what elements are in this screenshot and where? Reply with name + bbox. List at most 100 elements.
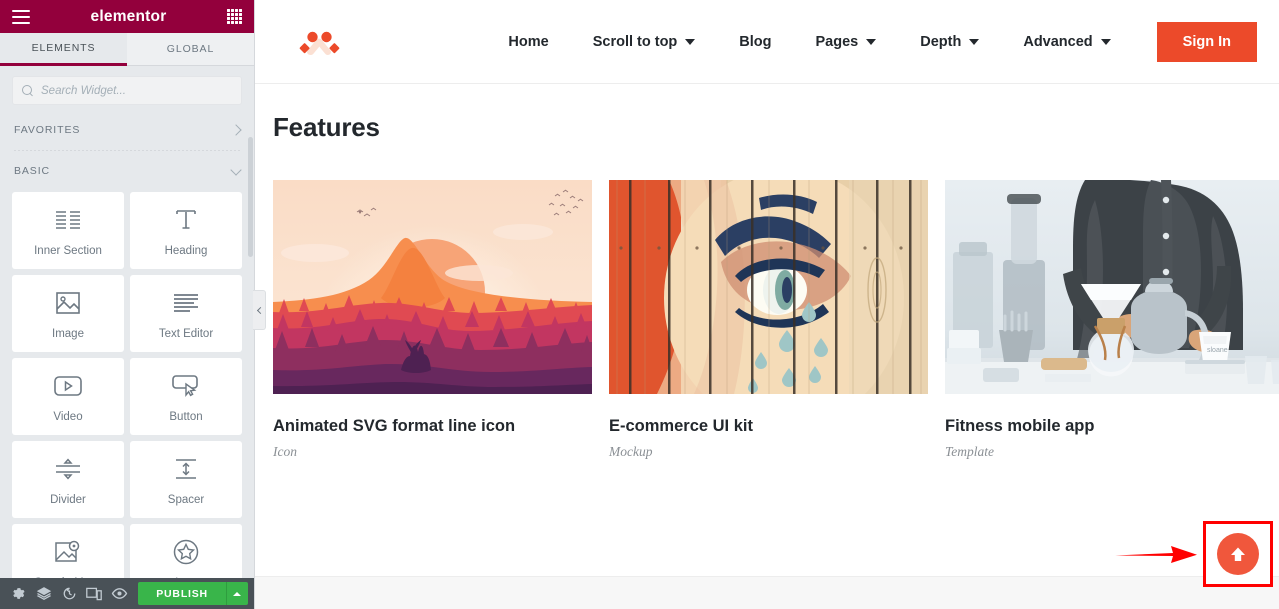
video-icon — [53, 371, 83, 401]
category-basic[interactable]: BASIC — [0, 154, 254, 188]
widget-label: Image — [52, 327, 84, 340]
widget-video[interactable]: Video — [12, 358, 124, 435]
widget-text-editor[interactable]: Text Editor — [130, 275, 242, 352]
sign-in-button[interactable]: Sign In — [1156, 21, 1257, 62]
svg-text:sloane: sloane — [1207, 347, 1228, 354]
card-title: E-commerce UI kit — [609, 417, 753, 435]
street-art-mural-on-wood-fence — [609, 180, 928, 394]
card-subtitle: Mockup — [609, 444, 653, 459]
chevron-down-icon — [866, 38, 877, 45]
category-favorites[interactable]: FAVORITES — [0, 113, 254, 147]
publish-button[interactable]: PUBLISH — [138, 582, 226, 605]
nav-label: Pages — [815, 33, 859, 50]
widget-label: Icon — [175, 577, 197, 579]
nav-item-scroll-to-top[interactable]: Scroll to top — [571, 34, 718, 50]
widget-label: Spacer — [167, 493, 205, 506]
panel-tabs: ELEMENTS GLOBAL — [0, 33, 254, 66]
category-basic-label: BASIC — [14, 165, 51, 177]
site-header: Home Scroll to top Blog Pages Depth Adva… — [255, 0, 1279, 84]
search-widget-container — [0, 66, 254, 113]
panel-header: elementor — [0, 0, 254, 33]
history-clock-icon[interactable] — [57, 578, 82, 609]
search-input[interactable] — [41, 84, 232, 97]
barista-pouring-coffee-photo: sloane — [945, 180, 1279, 394]
elementor-brand-label: elementor — [90, 7, 167, 25]
widget-image[interactable]: Image — [12, 275, 124, 352]
responsive-mode-icon[interactable] — [82, 578, 107, 609]
widget-inner-section[interactable]: Inner Section — [12, 192, 124, 269]
card-subtitle: Icon — [273, 444, 297, 459]
feature-card[interactable]: E-commerce UI kit Mockup — [609, 180, 928, 460]
chevron-down-icon — [230, 163, 242, 176]
page-content: Features Animated SVG format line icon I… — [255, 84, 1279, 460]
widget-icon[interactable]: Icon — [130, 524, 242, 578]
widget-button[interactable]: Button — [130, 358, 242, 435]
sunset-mountain-forest-illustration — [273, 180, 592, 394]
star-icon — [171, 537, 201, 567]
nav-item-pages[interactable]: Pages — [794, 34, 899, 50]
category-divider — [14, 150, 240, 151]
feature-card[interactable]: Animated SVG format line icon Icon — [273, 180, 592, 460]
hamburger-icon[interactable] — [12, 9, 30, 24]
page-canvas: Home Scroll to top Blog Pages Depth Adva… — [255, 0, 1279, 609]
chevron-right-icon — [230, 124, 242, 136]
widget-spacer[interactable]: Spacer — [130, 441, 242, 518]
page-title: Features — [273, 112, 380, 142]
card-title: Fitness mobile app — [945, 417, 1095, 435]
divider-icon — [53, 454, 83, 484]
widget-label: Inner Section — [34, 244, 102, 257]
search-icon — [22, 84, 34, 97]
grid-apps-icon[interactable] — [226, 9, 242, 24]
spacer-icon — [171, 454, 201, 484]
search-widget-box[interactable] — [12, 76, 242, 105]
elementor-panel: elementor ELEMENTS GLOBAL FAVORITES BASI… — [0, 0, 266, 609]
widget-google-maps[interactable]: Google Maps — [12, 524, 124, 578]
heading-icon — [171, 205, 201, 235]
tab-elements[interactable]: ELEMENTS — [0, 33, 127, 66]
nav-label: Advanced — [1023, 33, 1093, 50]
chevron-down-icon — [685, 38, 696, 45]
chevron-down-icon — [969, 38, 980, 45]
publish-options-caret-icon[interactable] — [225, 582, 248, 605]
card-title: Animated SVG format line icon — [273, 417, 516, 435]
nav-item-depth[interactable]: Depth — [898, 34, 1001, 50]
scroll-to-top-button[interactable] — [1217, 533, 1259, 575]
settings-gear-icon[interactable] — [6, 578, 31, 609]
chevron-down-icon — [1100, 38, 1111, 45]
nav-item-home[interactable]: Home — [486, 34, 570, 50]
category-favorites-label: FAVORITES — [14, 124, 81, 136]
arrow-up-icon — [1231, 547, 1245, 561]
inner-section-icon — [53, 205, 83, 235]
feature-card[interactable]: sloane Fitness mobile app Template — [945, 180, 1279, 460]
panel-widget-list: FAVORITES BASIC Inner Section Heading Im… — [0, 113, 254, 578]
panel-scrollbar[interactable] — [248, 113, 253, 578]
nav-label: Blog — [739, 33, 772, 50]
collapse-panel-chevron-icon[interactable] — [253, 290, 266, 330]
feature-cards: Animated SVG format line icon Icon E-com… — [273, 180, 1279, 460]
elementor-editor-screen: elementor ELEMENTS GLOBAL FAVORITES BASI… — [0, 0, 1279, 609]
red-pointer-arrow — [1115, 546, 1197, 563]
nav-label: Home — [508, 33, 549, 50]
widget-label: Heading — [164, 244, 208, 257]
main-navigation: Home Scroll to top Blog Pages Depth Adva… — [486, 21, 1279, 62]
nav-label: Depth — [920, 33, 962, 50]
widget-divider[interactable]: Divider — [12, 441, 124, 518]
tab-global[interactable]: GLOBAL — [127, 33, 254, 66]
google-maps-icon — [53, 537, 83, 567]
widget-label: Video — [53, 410, 83, 423]
brand-logo-icon[interactable] — [295, 24, 343, 60]
preview-eye-icon[interactable] — [107, 578, 132, 609]
widget-label: Google Maps — [34, 577, 102, 579]
panel-footer: PUBLISH — [0, 578, 254, 609]
text-editor-icon — [171, 288, 201, 318]
navigator-layers-icon[interactable] — [31, 578, 56, 609]
image-icon — [53, 288, 83, 318]
widget-label: Text Editor — [158, 327, 214, 340]
widget-heading[interactable]: Heading — [130, 192, 242, 269]
nav-label: Scroll to top — [592, 33, 678, 50]
widget-label: Button — [169, 410, 203, 423]
button-icon — [171, 371, 201, 401]
nav-item-advanced[interactable]: Advanced — [1001, 34, 1132, 50]
nav-item-blog[interactable]: Blog — [717, 34, 793, 50]
card-subtitle: Template — [945, 444, 995, 459]
